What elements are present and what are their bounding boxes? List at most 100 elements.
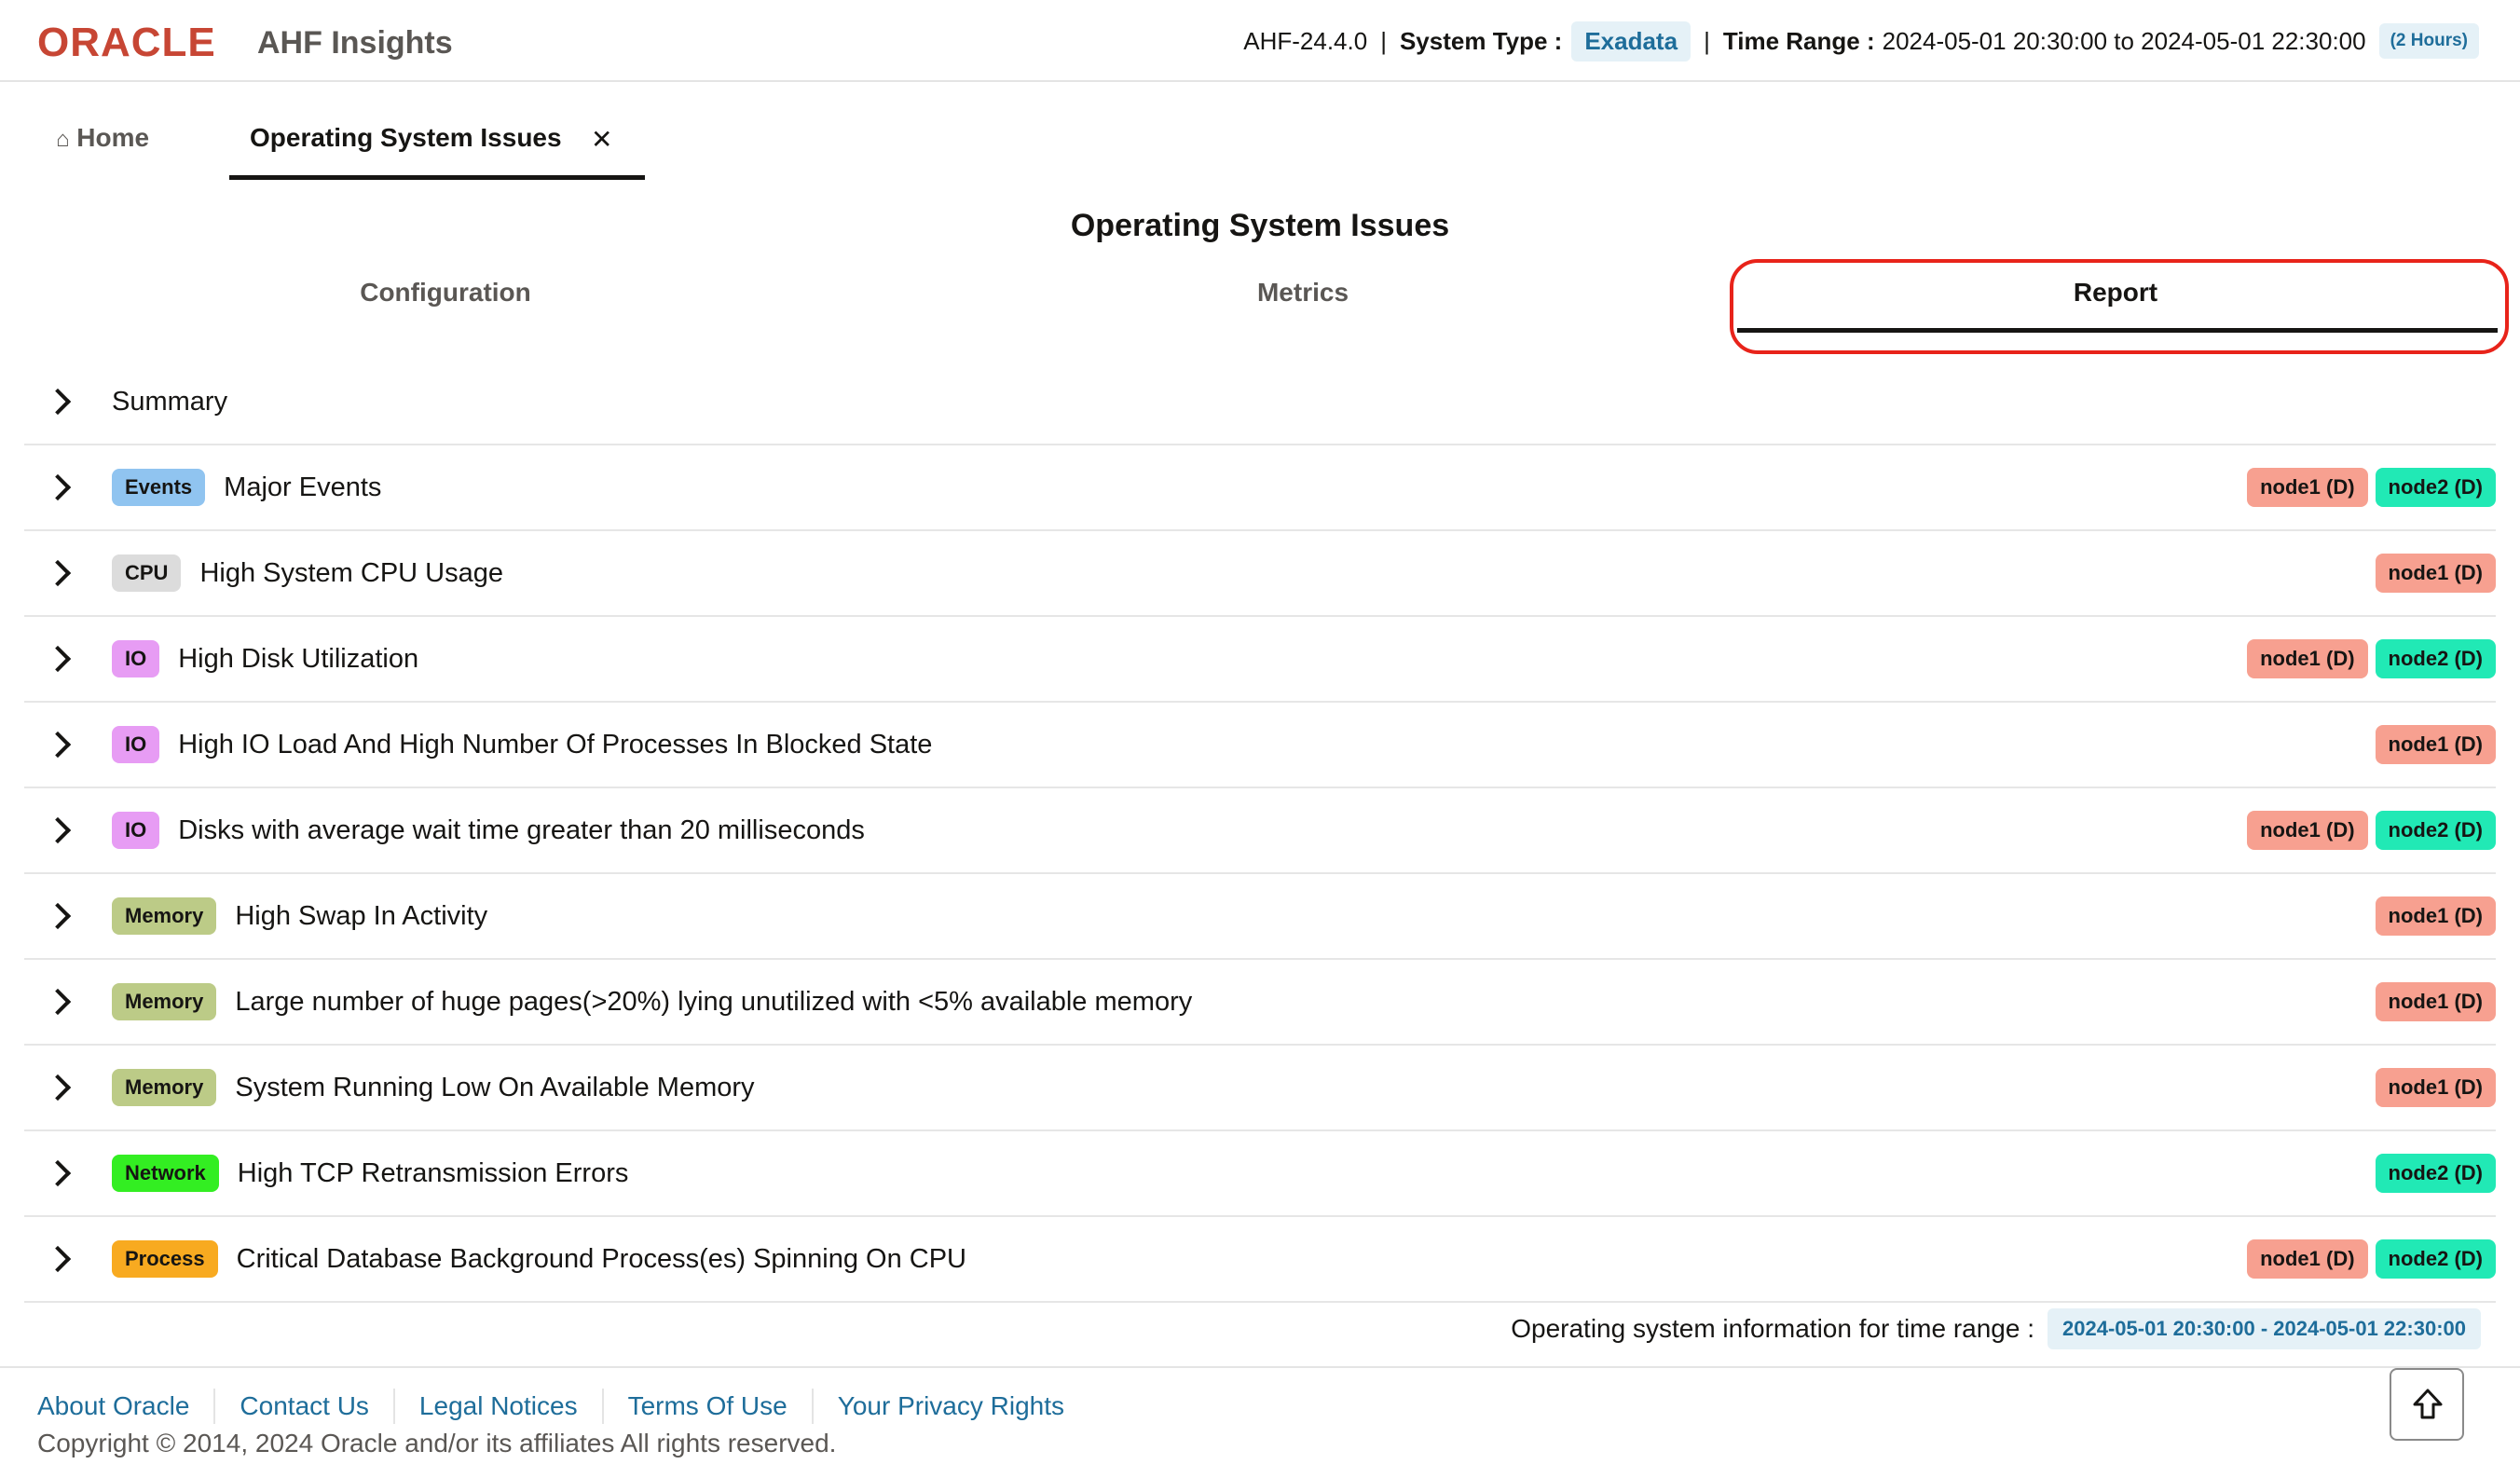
app-header: ORACLE AHF Insights AHF-24.4.0 | System … <box>0 0 2520 82</box>
footer-link-legal-notices[interactable]: Legal Notices <box>392 1389 602 1424</box>
chevron-right-icon[interactable] <box>44 473 72 501</box>
issue-title: Major Events <box>224 472 382 502</box>
footer-link-terms-of-use[interactable]: Terms Of Use <box>601 1389 812 1424</box>
node-badges: node1 (D) <box>2368 531 2496 615</box>
node-badge: node2 (D) <box>2375 1154 2496 1193</box>
report-highlight-annotation <box>1730 259 2509 354</box>
issue-title: High IO Load And High Number Of Processe… <box>178 729 933 760</box>
subtab-configuration[interactable]: Configuration <box>26 274 865 311</box>
category-badge: Memory <box>112 1069 217 1106</box>
time-range-label: Time Range : <box>1722 26 1875 55</box>
header-info: AHF-24.4.0 | System Type : Exadata | Tim… <box>1243 21 2479 62</box>
footer-divider <box>0 1366 2520 1368</box>
node-badges: node1 (D) <box>2368 703 2496 787</box>
node-badge: node1 (D) <box>2247 639 2368 678</box>
node-badge: node2 (D) <box>2375 468 2496 507</box>
footer-link-about-oracle[interactable]: About Oracle <box>37 1389 213 1424</box>
system-type-label: System Type : <box>1399 26 1563 55</box>
page-title: Operating System Issues <box>1070 208 1450 243</box>
chevron-right-icon[interactable] <box>44 388 72 416</box>
issue-row[interactable]: IO Disks with average wait time greater t… <box>24 788 2496 874</box>
node-badges: node2 (D) <box>2368 1131 2496 1215</box>
range-value: 2024-05-01 20:30:00 - 2024-05-01 22:30:0… <box>2048 1308 2481 1349</box>
subtab-metrics[interactable]: Metrics <box>883 274 1722 311</box>
category-badge: IO <box>112 812 160 849</box>
version-label: AHF-24.4.0 <box>1243 26 1368 55</box>
category-badge: Memory <box>112 983 217 1020</box>
chevron-right-icon[interactable] <box>44 816 72 844</box>
node-badge: node1 (D) <box>2375 896 2496 936</box>
summary-row[interactable]: Summary <box>24 360 2496 445</box>
issue-title: Disks with average wait time greater tha… <box>178 814 865 845</box>
chevron-right-icon[interactable] <box>44 988 72 1016</box>
chevron-right-icon[interactable] <box>44 559 72 587</box>
scroll-to-top-button[interactable] <box>2390 1368 2464 1441</box>
category-badge: Process <box>112 1240 218 1278</box>
report-list: Summary Events Major Events node1 (D) node2… <box>24 360 2496 1303</box>
tab-home[interactable]: ⌂ Home <box>56 119 149 158</box>
node-badge: node1 (D) <box>2375 1068 2496 1107</box>
app-name: AHF Insights <box>257 25 453 61</box>
node-badge: node2 (D) <box>2375 811 2496 850</box>
active-tab-underline <box>229 175 645 180</box>
issue-title: High TCP Retransmission Errors <box>237 1157 629 1188</box>
issue-title: High Swap In Activity <box>235 900 488 931</box>
chevron-right-icon[interactable] <box>44 1074 72 1102</box>
node-badges: node1 (D) <box>2368 960 2496 1044</box>
node-badge: node1 (D) <box>2247 468 2368 507</box>
issue-title: System Running Low On Available Memory <box>235 1072 755 1102</box>
separator: | <box>1704 26 1710 55</box>
system-type-value: Exadata <box>1571 21 1691 62</box>
node-badge: node1 (D) <box>2375 725 2496 764</box>
category-badge: Network <box>112 1155 219 1192</box>
range-label: Operating system information for time ra… <box>1511 1314 2035 1343</box>
issue-row[interactable]: Process Critical Database Background Proc… <box>24 1217 2496 1303</box>
home-icon: ⌂ <box>56 127 70 152</box>
node-badges: node1 (D) node2 (D) <box>2239 617 2496 701</box>
separator: | <box>1380 26 1387 55</box>
node-badges: node1 (D) <box>2368 874 2496 958</box>
node-badge: node2 (D) <box>2375 639 2496 678</box>
issue-row[interactable]: Network High TCP Retransmission Errors nod… <box>24 1131 2496 1217</box>
issue-row[interactable]: Memory Large number of huge pages(>20%) l… <box>24 960 2496 1046</box>
copyright: Copyright © 2014, 2024 Oracle and/or its… <box>37 1429 837 1457</box>
issue-row[interactable]: CPU High System CPU Usage node1 (D) <box>24 531 2496 617</box>
category-badge: IO <box>112 726 160 763</box>
chevron-right-icon[interactable] <box>44 645 72 673</box>
oracle-logo[interactable]: ORACLE <box>37 22 216 63</box>
chevron-right-icon[interactable] <box>44 1159 72 1187</box>
summary-label: Summary <box>112 386 228 417</box>
issue-title: High System CPU Usage <box>199 557 504 588</box>
close-icon[interactable]: ✕ <box>591 121 612 158</box>
node-badges: node1 (D) <box>2368 1046 2496 1129</box>
node-badge: node1 (D) <box>2375 554 2496 593</box>
time-range-duration: (2 Hours) <box>2378 23 2479 59</box>
issue-row[interactable]: Events Major Events node1 (D) node2 (D) <box>24 445 2496 531</box>
time-range-value: 2024-05-01 20:30:00 to 2024-05-01 22:30:… <box>1882 26 2366 55</box>
node-badge: node1 (D) <box>2247 1239 2368 1279</box>
node-badges: node1 (D) node2 (D) <box>2239 1217 2496 1301</box>
tab-operating-system-issues[interactable]: Operating System Issues <box>250 119 562 157</box>
category-badge: Events <box>112 469 206 506</box>
issue-title: Critical Database Background Process(es)… <box>236 1243 966 1274</box>
node-badges: node1 (D) node2 (D) <box>2239 445 2496 529</box>
issue-title: Large number of huge pages(>20%) lying u… <box>235 986 1193 1017</box>
category-badge: CPU <box>112 554 182 592</box>
issue-title: High Disk Utilization <box>178 643 419 674</box>
footer-link-contact-us[interactable]: Contact Us <box>213 1389 393 1424</box>
category-badge: Memory <box>112 897 217 935</box>
issue-row[interactable]: Memory System Running Low On Available Me… <box>24 1046 2496 1131</box>
issue-row[interactable]: Memory High Swap In Activity node1 (D) <box>24 874 2496 960</box>
node-badge: node1 (D) <box>2247 811 2368 850</box>
node-badge: node1 (D) <box>2375 982 2496 1021</box>
chevron-right-icon[interactable] <box>44 902 72 930</box>
issue-row[interactable]: IO High Disk Utilization node1 (D) node2 (D… <box>24 617 2496 703</box>
chevron-right-icon[interactable] <box>44 731 72 759</box>
issue-row[interactable]: IO High IO Load And High Number Of Proces… <box>24 703 2496 788</box>
chevron-right-icon[interactable] <box>44 1245 72 1273</box>
footer-links: About Oracle Contact Us Legal Notices Te… <box>37 1389 1089 1424</box>
tab-home-label: Home <box>76 123 150 152</box>
footer-link-privacy-rights[interactable]: Your Privacy Rights <box>811 1389 1089 1424</box>
category-badge: IO <box>112 640 160 677</box>
node-badge: node2 (D) <box>2375 1239 2496 1279</box>
